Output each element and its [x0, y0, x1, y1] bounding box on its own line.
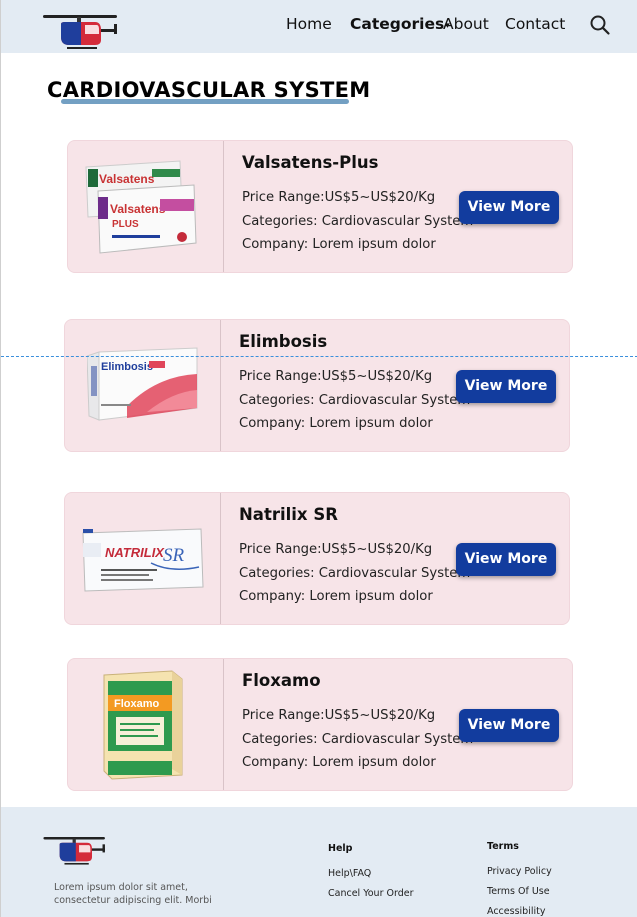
page-title: CARDIOVASCULAR SYSTEM — [47, 78, 371, 102]
footer-link-terms-of-use[interactable]: Terms Of Use — [487, 886, 550, 897]
product-company: Company: Lorem ipsum dolor — [239, 416, 433, 431]
site-footer: Lorem ipsum dolor sit amet, consectetur … — [1, 807, 637, 917]
product-categories: Categories: Cardiovascular System — [242, 213, 474, 229]
nav-contact[interactable]: Contact — [505, 15, 565, 33]
product-categories: Categories: Cardiovascular System — [239, 565, 471, 581]
product-card-valsatens-plus: Valsatens Valsatens PLUS Valsatens-Plus … — [67, 140, 573, 273]
package-sublabel: PLUS — [112, 219, 139, 230]
product-card-elimbosis: Elimbosis Elimbosis Price Range:US$5~US$… — [64, 319, 570, 452]
product-name[interactable]: Elimbosis — [239, 332, 470, 351]
product-package-image[interactable]: Valsatens Valsatens PLUS — [82, 157, 200, 259]
product-package-image[interactable]: Elimbosis — [87, 346, 199, 424]
nav-categories[interactable]: Categories▾ — [350, 15, 450, 33]
view-more-button[interactable]: View More — [456, 370, 556, 403]
product-info: Natrilix SR Price Range:US$5~US$20/Kg Ca… — [239, 505, 470, 609]
helicopter-logo-icon[interactable] — [41, 833, 109, 867]
package-label: NATRILIX — [105, 545, 165, 560]
package-label: Floxamo — [114, 698, 160, 710]
view-more-button[interactable]: View More — [459, 191, 559, 224]
view-more-button[interactable]: View More — [456, 543, 556, 576]
product-info: Floxamo Price Range:US$5~US$20/Kg Catego… — [242, 671, 473, 775]
nav-categories-label: Categories — [350, 15, 445, 33]
product-card-natrilix-sr: NATRILIX SR Natrilix SR Price Range:US$5… — [64, 492, 570, 625]
site-header: Home Categories▾ About Contact — [1, 0, 637, 53]
product-image-area: Elimbosis — [65, 320, 221, 451]
nav-about[interactable]: About — [443, 15, 489, 33]
package-label: Elimbosis — [101, 361, 153, 373]
footer-link-privacy-policy[interactable]: Privacy Policy — [487, 866, 552, 877]
package-label: Valsatens — [110, 202, 166, 216]
product-package-image[interactable]: Floxamo — [98, 669, 184, 781]
footer-link-accessibility[interactable]: Accessibility — [487, 906, 545, 917]
dashed-guide-line — [1, 356, 637, 357]
product-card-floxamo: Floxamo Floxamo Price Range:US$5~US$20/K… — [67, 658, 573, 791]
footer-terms-heading: Terms — [487, 841, 519, 852]
helicopter-logo-icon[interactable] — [39, 10, 121, 52]
product-categories: Categories: Cardiovascular System — [239, 392, 471, 408]
package-label: Valsatens — [99, 172, 155, 186]
product-price: Price Range:US$5~US$20/Kg — [242, 708, 436, 723]
product-price: Price Range:US$5~US$20/Kg — [242, 190, 436, 205]
product-info: Valsatens-Plus Price Range:US$5~US$20/Kg… — [242, 153, 473, 257]
product-company: Company: Lorem ipsum dolor — [242, 237, 436, 252]
product-price: Price Range:US$5~US$20/Kg — [239, 542, 433, 557]
product-package-image[interactable]: NATRILIX SR — [81, 523, 205, 595]
product-company: Company: Lorem ipsum dolor — [242, 755, 436, 770]
footer-link-cancel-order[interactable]: Cancel Your Order — [328, 888, 414, 899]
search-icon[interactable] — [589, 14, 611, 36]
product-image-area: Valsatens Valsatens PLUS — [68, 141, 224, 272]
page: Home Categories▾ About Contact CARDIOVAS… — [0, 0, 637, 917]
footer-link-help-faq[interactable]: Help\FAQ — [328, 868, 371, 879]
product-price: Price Range:US$5~US$20/Kg — [239, 369, 433, 384]
product-image-area: NATRILIX SR — [65, 493, 221, 624]
package-sublabel: SR — [163, 545, 185, 566]
product-name[interactable]: Valsatens-Plus — [242, 153, 473, 172]
product-info: Elimbosis Price Range:US$5~US$20/Kg Cate… — [239, 332, 470, 436]
product-categories: Categories: Cardiovascular System — [242, 731, 474, 747]
product-company: Company: Lorem ipsum dolor — [239, 589, 433, 604]
nav-home[interactable]: Home — [286, 15, 332, 33]
view-more-button[interactable]: View More — [459, 709, 559, 742]
product-image-area: Floxamo — [68, 659, 224, 790]
footer-help-heading: Help — [328, 843, 353, 854]
product-name[interactable]: Natrilix SR — [239, 505, 470, 524]
product-name[interactable]: Floxamo — [242, 671, 473, 690]
footer-description: Lorem ipsum dolor sit amet, consectetur … — [54, 882, 212, 906]
